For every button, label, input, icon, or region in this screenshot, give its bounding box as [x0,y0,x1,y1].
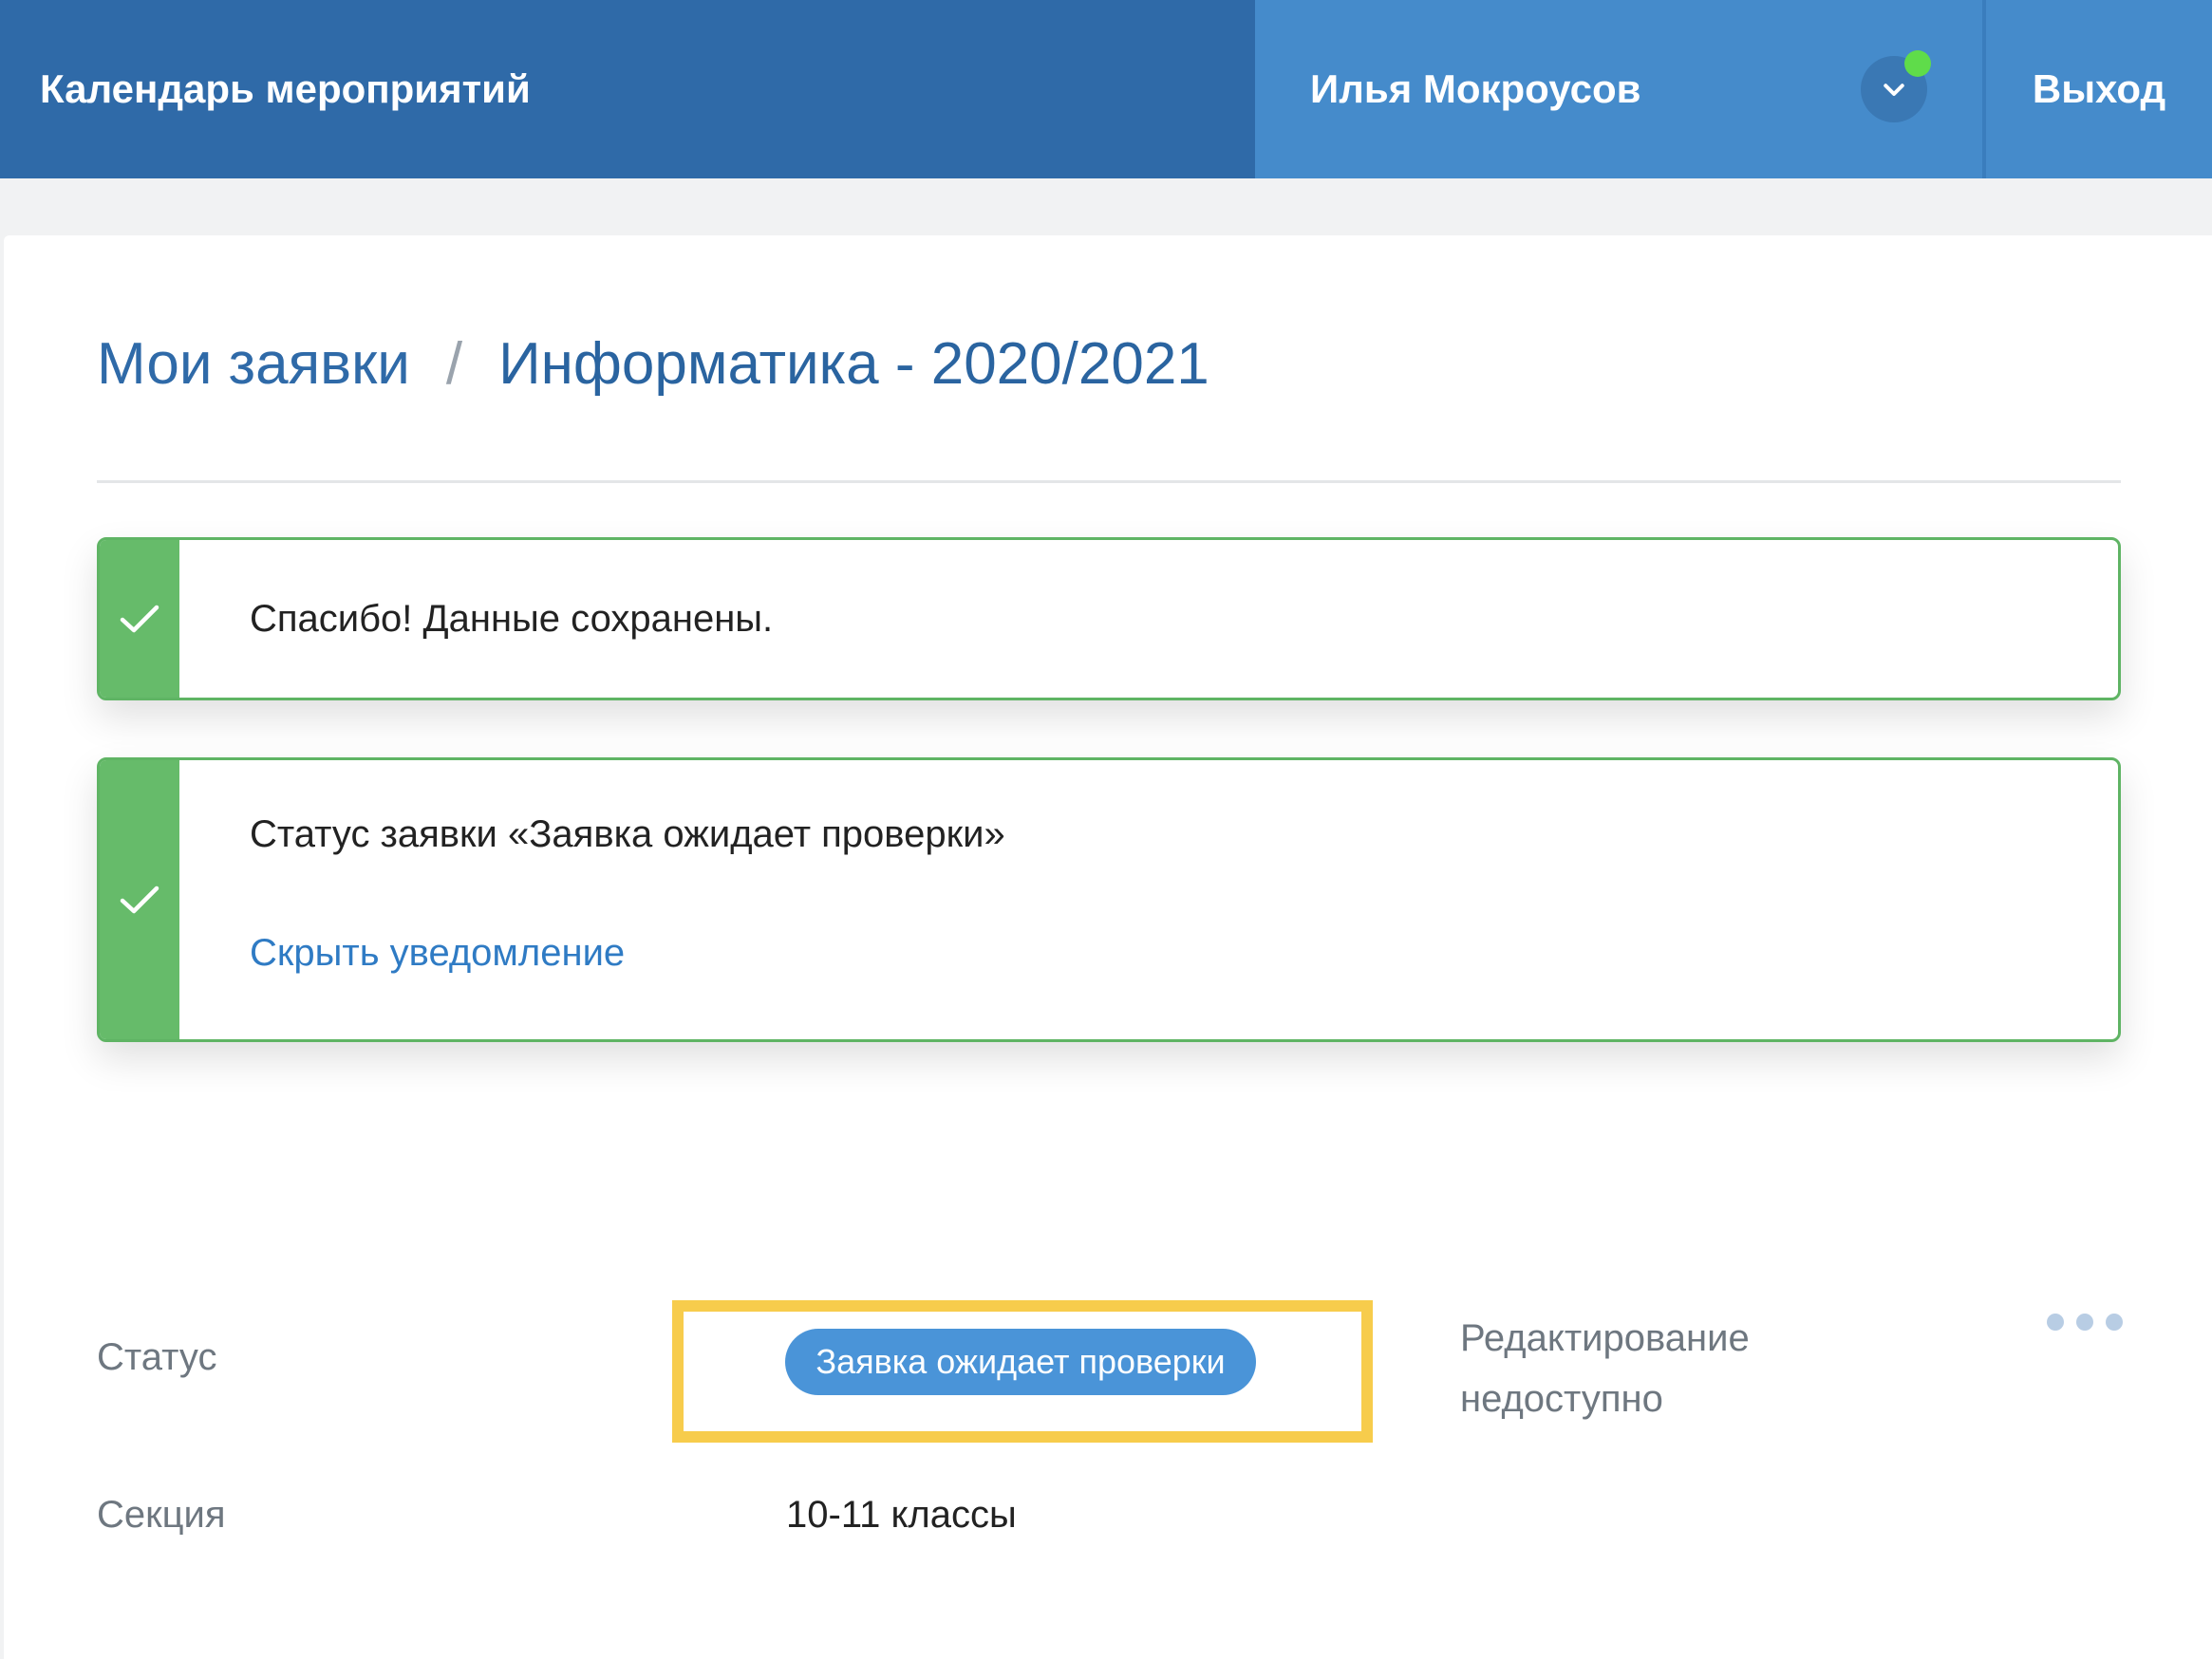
section-value: 10-11 классы [786,1494,1017,1536]
logout-button[interactable]: Выход [1982,0,2212,178]
top-bar: Календарь мероприятий Илья Мокроусов Вых… [0,0,2212,178]
more-horizontal-icon [2047,1314,2064,1331]
alert-message: Спасибо! Данные сохранены. [250,597,774,640]
alert-body: Статус заявки «Заявка ожидает проверки» … [179,760,2118,1039]
chevron-down-icon [1884,84,1904,96]
divider [97,480,2121,483]
status-highlight-box: Заявка ожидает проверки [672,1300,1373,1443]
more-options-button[interactable] [2047,1308,2123,1336]
breadcrumb-my-applications[interactable]: Мои заявки [97,330,410,398]
breadcrumb: Мои заявки / Информатика - 2020/2021 [97,330,1209,398]
content-card: Мои заявки / Информатика - 2020/2021 Спа… [4,235,2212,1659]
alert-body: Спасибо! Данные сохранены. [179,540,2118,698]
edit-unavailable-note: Редактирование недоступно [1460,1317,1750,1420]
breadcrumb-separator: / [445,331,463,397]
online-status-dot [1904,50,1931,77]
more-horizontal-icon [2106,1314,2123,1331]
alert-stripe [100,540,179,698]
alert-stripe [100,760,179,1039]
user-name[interactable]: Илья Мокроусов [1310,66,1640,112]
breadcrumb-current[interactable]: Информатика - 2020/2021 [498,330,1209,398]
status-alert: Статус заявки «Заявка ожидает проверки» … [97,757,2121,1042]
user-menu[interactable]: Илья Мокроусов [1255,0,1982,178]
success-alert: Спасибо! Данные сохранены. [97,537,2121,700]
hide-notification-link[interactable]: Скрыть уведомление [250,932,625,975]
check-icon [120,885,159,914]
app-title[interactable]: Календарь мероприятий [0,0,1255,178]
status-label: Статус [97,1336,217,1378]
check-icon [120,605,159,633]
more-horizontal-icon [2076,1314,2093,1331]
user-menu-toggle[interactable] [1861,50,1931,122]
status-badge: Заявка ожидает проверки [785,1329,1256,1395]
alert-message: Статус заявки «Заявка ожидает проверки» [250,813,1005,855]
section-label: Секция [97,1494,226,1536]
